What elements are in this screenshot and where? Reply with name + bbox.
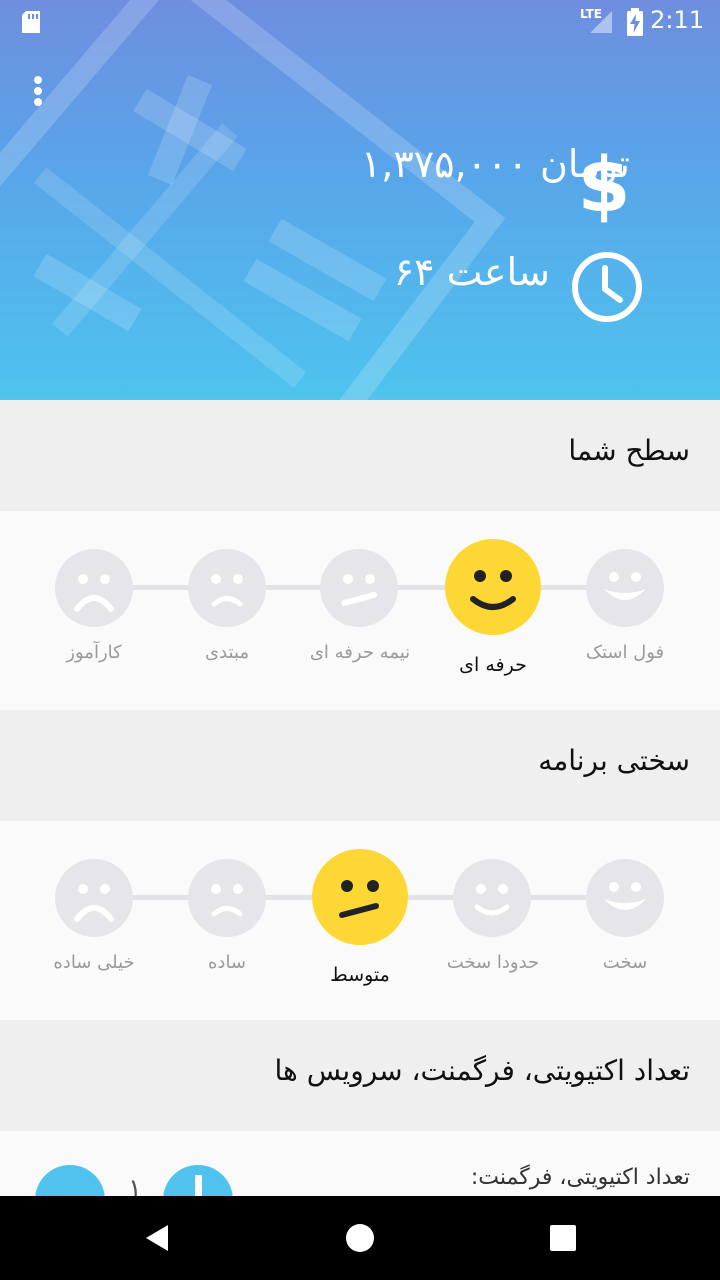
count-section-header: تعداد اکتیویتی، فرگمنت، سرویس ها — [0, 1020, 720, 1131]
count-section-title: تعداد اکتیویتی، فرگمنت، سرویس ها — [274, 1054, 691, 1087]
level-option-label: فول استک — [585, 642, 665, 663]
nav-home-button[interactable] — [300, 1196, 420, 1280]
level-option-intern-face-icon[interactable] — [55, 549, 133, 627]
level-option-label: کارآموز — [66, 642, 122, 663]
difficulty-option-hard-face-icon[interactable] — [586, 859, 664, 937]
difficulty-option-easy-face-icon[interactable] — [188, 859, 266, 937]
level-option-fullstack-face-icon[interactable] — [586, 549, 664, 627]
app-screen: LTE 2:11 ۱,۳۷۵,۰۰۰ تومان $ ۶۴ ساعت سطح ش… — [0, 0, 720, 1280]
difficulty-option-label: ساده — [207, 952, 247, 973]
svg-text:$: $ — [578, 145, 630, 225]
level-section-header: سطح شما — [0, 400, 720, 511]
clock-icon — [572, 252, 642, 322]
level-option-label-selected: حرفه ای — [459, 654, 527, 676]
recents-square-icon — [550, 1225, 576, 1251]
difficulty-option-label: سخت — [602, 952, 648, 973]
difficulty-option-fairly-hard-face-icon[interactable] — [453, 859, 531, 937]
back-triangle-icon — [146, 1225, 168, 1251]
difficulty-section-header: سختی برنامه — [0, 710, 720, 821]
header: LTE 2:11 ۱,۳۷۵,۰۰۰ تومان $ ۶۴ ساعت — [0, 0, 720, 400]
difficulty-option-very-easy-face-icon[interactable] — [55, 859, 133, 937]
difficulty-selector: سخت حدودا سخت متوسط ساده خیلی ساده — [0, 821, 720, 1020]
level-section-title: سطح شما — [568, 434, 690, 467]
level-selector: فول استک حرفه ای نیمه حرفه ای مبتدی کارآ… — [0, 511, 720, 710]
difficulty-option-label: خیلی ساده — [53, 952, 135, 973]
system-navigation-bar — [0, 1196, 720, 1280]
difficulty-option-label: حدودا سخت — [446, 952, 540, 973]
hours-value: ۶۴ ساعت — [393, 250, 550, 294]
level-option-professional-face-icon[interactable] — [445, 539, 541, 635]
level-option-label: نیمه حرفه ای — [309, 642, 411, 663]
level-option-beginner-face-icon[interactable] — [188, 549, 266, 627]
level-option-semipro-face-icon[interactable] — [320, 549, 398, 627]
difficulty-option-label-selected: متوسط — [330, 964, 390, 986]
level-option-label: مبتدی — [204, 642, 250, 663]
status-time: 2:11 — [650, 6, 704, 34]
signal-icon — [590, 11, 612, 33]
hours-row: ۶۴ ساعت — [394, 250, 550, 294]
home-circle-icon — [346, 1224, 374, 1252]
sd-card-icon — [22, 11, 40, 33]
nav-recents-button[interactable] — [503, 1196, 623, 1280]
nav-back-button[interactable] — [97, 1196, 217, 1280]
activity-count-label: تعداد اکتیویتی، فرگمنت: — [470, 1165, 690, 1190]
battery-charging-icon — [627, 8, 643, 36]
overflow-menu-icon[interactable] — [22, 72, 54, 112]
difficulty-option-medium-face-icon[interactable] — [312, 849, 408, 945]
dollar-icon: $ — [578, 145, 630, 225]
status-bar: LTE 2:11 — [0, 0, 720, 46]
difficulty-section-title: سختی برنامه — [538, 744, 690, 777]
